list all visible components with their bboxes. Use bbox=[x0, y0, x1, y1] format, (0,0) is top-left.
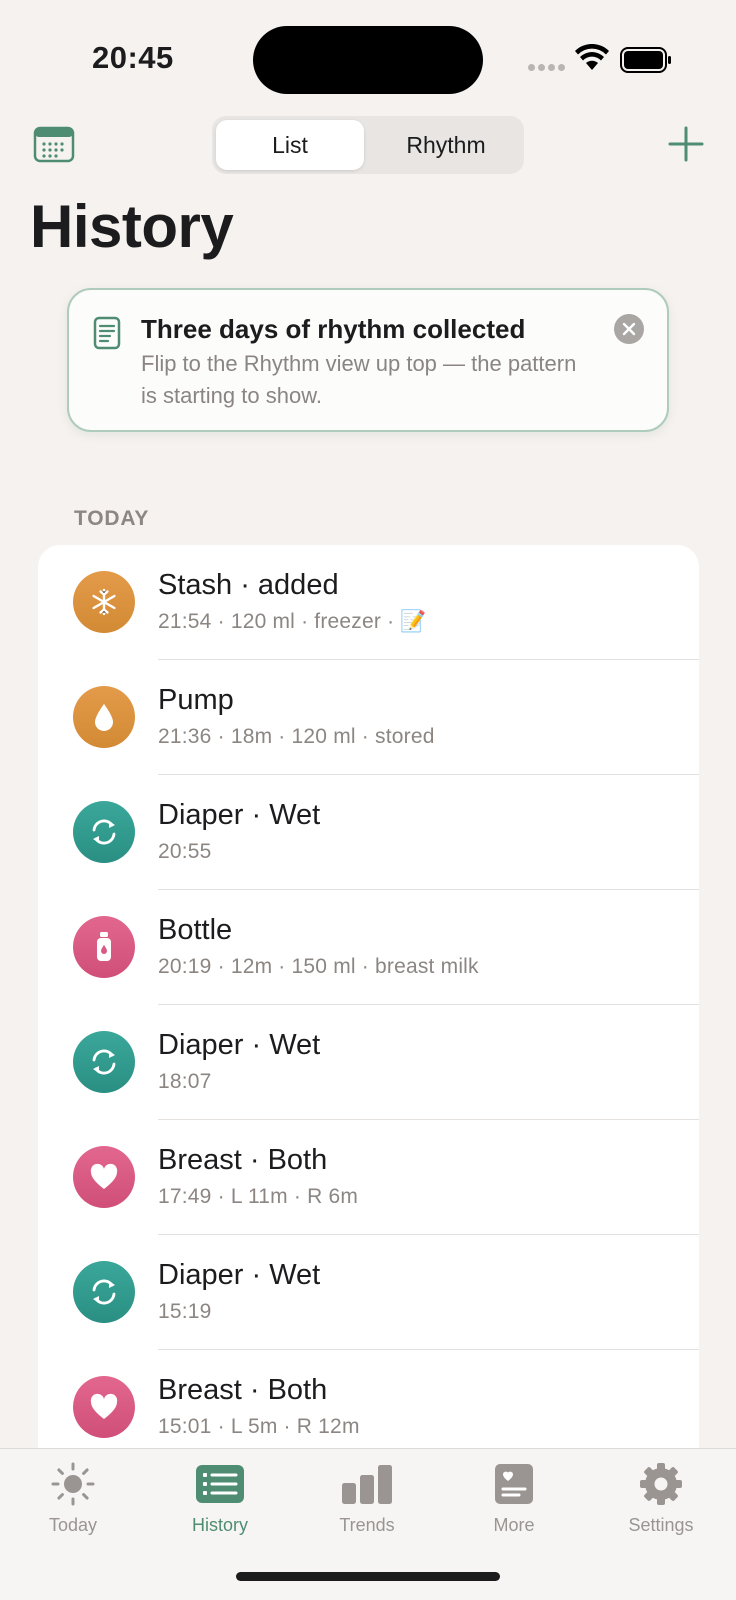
status-time: 20:45 bbox=[92, 40, 174, 75]
document-icon bbox=[93, 316, 121, 350]
entry-title: Bottle bbox=[158, 914, 233, 946]
entry-title: Diaper · Wet bbox=[158, 1029, 321, 1061]
entry-details: 21:54 · 120 ml · freezer · 📝 bbox=[158, 610, 427, 633]
add-icon[interactable] bbox=[664, 122, 708, 166]
wifi-icon bbox=[575, 44, 609, 70]
entry-title: Diaper · Wet bbox=[158, 799, 321, 831]
entry-title: Breast · Both bbox=[158, 1144, 328, 1176]
status-bar: 20:45 bbox=[0, 0, 736, 110]
heart-icon bbox=[73, 1146, 135, 1208]
tab-label: Settings bbox=[628, 1515, 694, 1535]
dynamic-island bbox=[253, 26, 483, 94]
banner-title: Three days of rhythm collected bbox=[141, 314, 526, 344]
entry-details: 15:19 bbox=[158, 1300, 212, 1323]
entry-title: Stash · added bbox=[158, 569, 339, 601]
entry-details: 15:01 · L 5m · R 12m bbox=[158, 1415, 360, 1438]
page-title: History bbox=[30, 193, 234, 260]
tab-label: Today bbox=[48, 1515, 98, 1535]
section-header-today: TODAY bbox=[74, 507, 150, 530]
segment-rhythm[interactable]: Rhythm bbox=[372, 120, 520, 170]
list-item[interactable]: Pump 21:36 · 18m · 120 ml · stored bbox=[38, 660, 699, 775]
battery-icon bbox=[620, 47, 671, 73]
entry-title: Breast · Both bbox=[158, 1374, 328, 1406]
tab-more[interactable]: More bbox=[454, 1461, 574, 1541]
list-icon bbox=[196, 1465, 244, 1503]
entry-details: 20:19 · 12m · 150 ml · breast milk bbox=[158, 955, 479, 978]
cycle-icon bbox=[73, 801, 135, 863]
tab-settings[interactable]: Settings bbox=[601, 1461, 721, 1541]
view-segmented-control: List Rhythm bbox=[212, 116, 524, 174]
drop-icon bbox=[73, 686, 135, 748]
tab-history[interactable]: History bbox=[160, 1461, 280, 1541]
list-item[interactable]: Diaper · Wet 18:07 bbox=[38, 1005, 699, 1120]
entry-title: Diaper · Wet bbox=[158, 1259, 321, 1291]
list-item[interactable]: Bottle 20:19 · 12m · 150 ml · breast mil… bbox=[38, 890, 699, 1005]
list-item[interactable]: Diaper · Wet 20:55 bbox=[38, 775, 699, 890]
card-icon bbox=[495, 1464, 533, 1504]
list-item[interactable]: Breast · Both 17:49 · L 11m · R 6m bbox=[38, 1120, 699, 1235]
list-item[interactable]: Diaper · Wet 15:19 bbox=[38, 1235, 699, 1350]
calendar-icon[interactable] bbox=[32, 124, 76, 164]
gear-icon bbox=[640, 1463, 682, 1505]
cellular-signal-icon bbox=[528, 64, 565, 71]
entry-details: 20:55 bbox=[158, 840, 212, 863]
cycle-icon bbox=[73, 1031, 135, 1093]
heart-icon bbox=[73, 1376, 135, 1438]
banner-body: Flip to the Rhythm view up top — the pat… bbox=[141, 351, 577, 408]
entry-details: 17:49 · L 11m · R 6m bbox=[158, 1185, 359, 1208]
tab-label: More bbox=[493, 1515, 535, 1535]
bars-icon bbox=[342, 1465, 392, 1504]
tab-label: History bbox=[191, 1515, 248, 1535]
list-item[interactable]: Stash · added 21:54 · 120 ml · freezer ·… bbox=[38, 545, 699, 660]
entry-details: 18:07 bbox=[158, 1070, 212, 1093]
close-icon[interactable] bbox=[614, 314, 644, 344]
bottle-icon bbox=[73, 916, 135, 978]
tab-label: Trends bbox=[339, 1515, 395, 1535]
tab-trends[interactable]: Trends bbox=[307, 1461, 427, 1541]
home-indicator bbox=[236, 1572, 500, 1581]
entry-details: 21:36 · 18m · 120 ml · stored bbox=[158, 725, 435, 748]
cycle-icon bbox=[73, 1261, 135, 1323]
sun-icon bbox=[51, 1462, 95, 1506]
segment-list[interactable]: List bbox=[216, 120, 364, 170]
snowflake-icon bbox=[73, 571, 135, 633]
history-list: Stash · added 21:54 · 120 ml · freezer ·… bbox=[38, 545, 699, 1600]
entry-title: Pump bbox=[158, 684, 234, 716]
tab-today[interactable]: Today bbox=[13, 1461, 133, 1541]
rhythm-tip-banner: Three days of rhythm collected Flip to t… bbox=[67, 288, 669, 432]
